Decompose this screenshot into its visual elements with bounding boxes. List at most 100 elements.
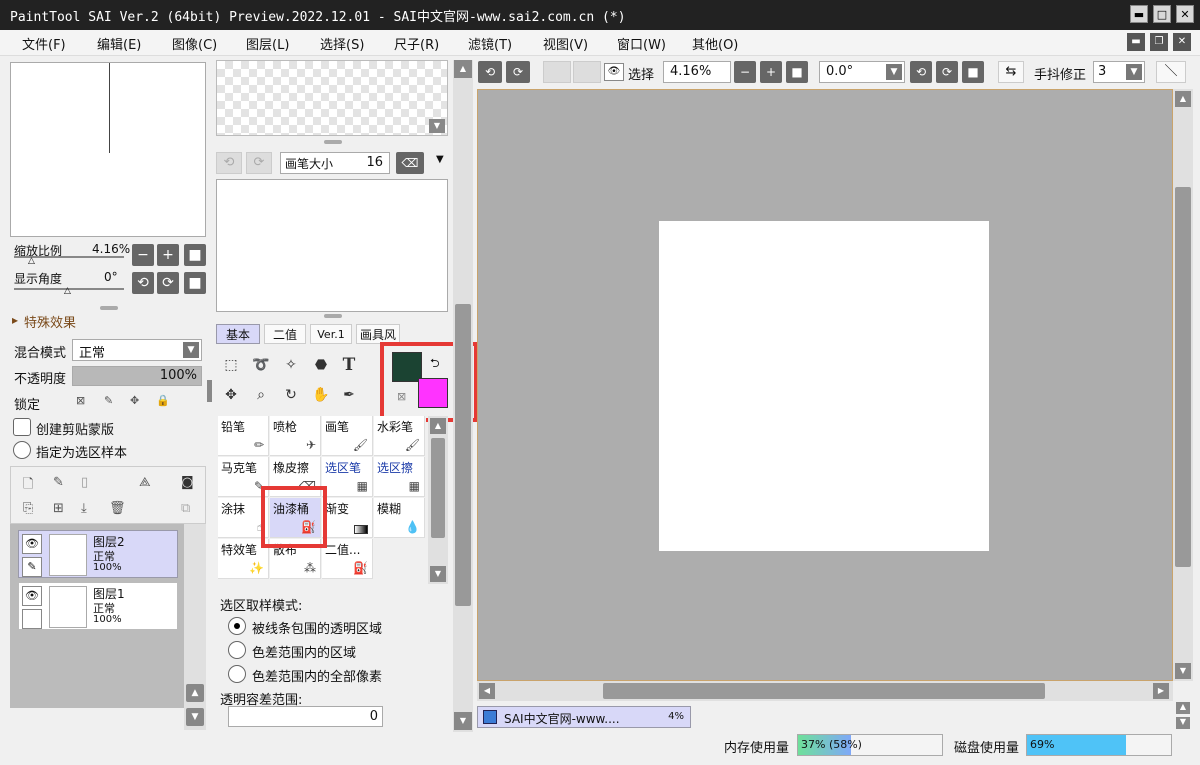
menu-ruler[interactable]: 尺子(R) bbox=[394, 34, 439, 53]
panel-resize-grip[interactable] bbox=[324, 314, 342, 318]
scroll-down-button[interactable]: ▼ bbox=[430, 566, 446, 582]
scroll-thumb[interactable] bbox=[603, 683, 1045, 699]
lock-paint-icon[interactable]: ✎ bbox=[104, 394, 113, 407]
tool-panel-scrollbar[interactable]: ▲ ▼ bbox=[453, 60, 473, 732]
brush-binary[interactable]: 二值... ⛽ bbox=[322, 539, 373, 579]
canvas-vscrollbar[interactable]: ▲ ▼ bbox=[1173, 89, 1193, 681]
scroll-down-button[interactable]: ▼ bbox=[1175, 663, 1191, 679]
rotate-reset-button[interactable]: ■ bbox=[184, 272, 206, 294]
canvas-zoom-field[interactable]: 4.16% bbox=[663, 61, 731, 83]
canvas-document[interactable] bbox=[659, 221, 989, 551]
copy-layer-icon[interactable]: ⎘ bbox=[23, 501, 33, 516]
scroll-up-button[interactable]: ▲ bbox=[430, 418, 446, 434]
brush-airbrush[interactable]: 喷枪 ✈ bbox=[270, 416, 321, 456]
document-tab[interactable]: SAI中文官网-www.... 4% bbox=[477, 706, 691, 728]
close-button[interactable]: ✕ bbox=[1176, 5, 1194, 23]
brush-pencil[interactable]: 铅笔 ✏ bbox=[218, 416, 269, 456]
deselect-button[interactable] bbox=[543, 61, 571, 83]
tab-ver1[interactable]: Ver.1 bbox=[310, 324, 352, 344]
angle-slider-handle[interactable]: △ bbox=[64, 286, 71, 296]
secondary-color-swatch[interactable] bbox=[418, 378, 448, 408]
redo-brush-button[interactable]: ⟳ bbox=[246, 152, 272, 174]
scroll-thumb[interactable] bbox=[431, 438, 445, 538]
scroll-right-button[interactable]: ▶ bbox=[1153, 683, 1169, 699]
layer-item[interactable]: 👁 图层1 正常 100% bbox=[18, 582, 178, 630]
canvas-zoom-in-button[interactable]: + bbox=[760, 61, 782, 83]
minimize-button[interactable]: ▬ bbox=[1130, 5, 1148, 23]
menu-edit[interactable]: 编辑(E) bbox=[97, 34, 141, 53]
scroll-left-button[interactable]: ◀ bbox=[479, 683, 495, 699]
canvas-zoom-reset-button[interactable]: ■ bbox=[786, 61, 808, 83]
brush-select-pen[interactable]: 选区笔 ▦ bbox=[322, 457, 373, 497]
eraser-toggle-button[interactable]: ⌫ bbox=[396, 152, 424, 174]
zoom-in-button[interactable]: + bbox=[157, 244, 179, 266]
tab-scroll-up-button[interactable]: ▲ bbox=[1176, 702, 1190, 714]
invert-select-button[interactable] bbox=[573, 61, 601, 83]
canvas-angle-field[interactable]: 0.0° ▼ bbox=[819, 61, 905, 83]
palette-dropdown-icon[interactable]: ▼ bbox=[429, 119, 445, 133]
undo-brush-button[interactable]: ⟲ bbox=[216, 152, 242, 174]
transfer-down-icon[interactable]: ⤓ bbox=[81, 501, 87, 516]
brush-blur[interactable]: 模糊 💧 bbox=[374, 498, 425, 538]
canvas-viewport[interactable] bbox=[477, 89, 1173, 681]
menu-window[interactable]: 窗口(W) bbox=[617, 34, 666, 53]
menu-select[interactable]: 选择(S) bbox=[320, 34, 364, 53]
select-rect-icon[interactable]: ⬚ bbox=[218, 352, 244, 378]
redo-button[interactable]: ⟳ bbox=[506, 61, 530, 83]
lock-move-icon[interactable]: ✥ bbox=[130, 394, 139, 407]
new-layer-icon[interactable]: 🗋 bbox=[23, 475, 33, 497]
zoom-slider-handle[interactable]: △ bbox=[28, 256, 35, 266]
layer-item[interactable]: 👁 ✎ 图层2 正常 100% bbox=[18, 530, 178, 578]
swap-colors-icon[interactable]: ⮌ bbox=[430, 354, 440, 375]
doc-close-button[interactable]: ✕ bbox=[1173, 33, 1191, 51]
scroll-thumb[interactable] bbox=[455, 304, 471, 606]
delete-layer-icon[interactable]: 🗑 bbox=[109, 501, 126, 516]
tab-scroll-down-button[interactable]: ▼ bbox=[1176, 717, 1190, 729]
zoom-icon[interactable]: ⌕ bbox=[248, 382, 274, 408]
brush-menu-chevron-icon[interactable]: ▼ bbox=[436, 154, 444, 165]
lock-all-icon[interactable]: 🔒 bbox=[156, 394, 170, 407]
scroll-up-button[interactable]: ▲ bbox=[186, 684, 204, 702]
menu-other[interactable]: 其他(O) bbox=[692, 34, 738, 53]
opacity-slider[interactable]: 100% bbox=[72, 366, 202, 386]
tolerance-input[interactable]: 0 bbox=[228, 706, 383, 727]
canvas-hscrollbar[interactable]: ◀ ▶ bbox=[477, 681, 1173, 701]
merge-down-icon[interactable]: ⊞ bbox=[53, 501, 64, 516]
rotate-left-button[interactable]: ⟲ bbox=[132, 272, 154, 294]
scroll-down-button[interactable]: ▼ bbox=[454, 712, 472, 730]
brush-watercolor[interactable]: 水彩笔 🖌 bbox=[374, 416, 425, 456]
zoom-out-button[interactable]: − bbox=[132, 244, 154, 266]
menu-image[interactable]: 图像(C) bbox=[172, 34, 217, 53]
left-panel-splitter[interactable] bbox=[207, 380, 212, 402]
brush-brush[interactable]: 画笔 🖌 bbox=[322, 416, 373, 456]
shape-icon[interactable]: ⬣ bbox=[308, 352, 334, 378]
panel-resize-grip[interactable] bbox=[324, 140, 342, 144]
move-icon[interactable]: ✥ bbox=[218, 382, 244, 408]
flip-horizontal-icon[interactable]: ⇆ bbox=[998, 61, 1024, 83]
canvas-rotate-reset-button[interactable]: ■ bbox=[962, 61, 984, 83]
rotate-icon[interactable]: ↻ bbox=[278, 382, 304, 408]
menu-file[interactable]: 文件(F) bbox=[22, 34, 66, 53]
tab-binary[interactable]: 二值 bbox=[264, 324, 306, 344]
effects-label[interactable]: 特殊效果 bbox=[24, 312, 76, 331]
text-tool-icon[interactable]: T bbox=[336, 352, 362, 378]
brush-grid-scrollbar[interactable]: ▲ ▼ bbox=[428, 416, 448, 584]
apply-mask-icon[interactable]: ⧉ bbox=[181, 501, 190, 516]
eye-icon[interactable]: 👁 bbox=[604, 63, 624, 81]
doc-minimize-button[interactable]: ▬ bbox=[1127, 33, 1145, 51]
tab-painter-style[interactable]: 画具风 bbox=[356, 324, 400, 344]
magic-wand-icon[interactable]: ✧ bbox=[278, 352, 304, 378]
panel-resize-grip[interactable] bbox=[100, 306, 118, 310]
zoom-reset-button[interactable]: ■ bbox=[184, 244, 206, 266]
new-linework-layer-icon[interactable]: ✎ bbox=[53, 475, 64, 490]
selection-mode-radio[interactable] bbox=[228, 641, 246, 659]
scroll-up-button[interactable]: ▲ bbox=[1175, 91, 1191, 107]
brush-size-field[interactable]: 画笔大小 16 bbox=[280, 152, 390, 174]
tab-basic[interactable]: 基本 bbox=[216, 324, 260, 344]
lasso-icon[interactable]: ➰ bbox=[248, 352, 274, 378]
stabilizer-select[interactable]: 3 ▼ bbox=[1093, 61, 1145, 83]
layer-mask-icon[interactable]: ◙ bbox=[181, 475, 194, 490]
hand-icon[interactable]: ✋ bbox=[308, 382, 334, 408]
menu-view[interactable]: 视图(V) bbox=[543, 34, 588, 53]
maximize-button[interactable]: □ bbox=[1153, 5, 1171, 23]
